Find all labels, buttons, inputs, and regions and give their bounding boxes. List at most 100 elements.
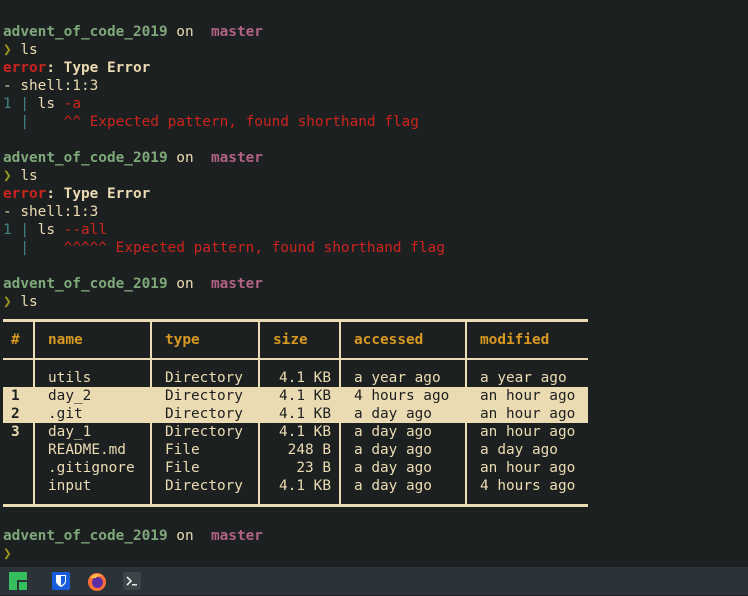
error-title: : Type Error (46, 60, 151, 76)
prompt-branch: master (210, 24, 263, 40)
error-title: : Type Error (46, 186, 151, 202)
error-message: Expected pattern, found shorthand flag (89, 114, 419, 130)
cell-accessed: a day ago (354, 478, 432, 494)
error-code-line: 1 | ls --all (3, 222, 107, 238)
prompt-chevron-icon: ❯ (3, 42, 12, 58)
command-text: ls (20, 294, 38, 310)
cell-name: day_2 (48, 388, 92, 404)
cell-name: input (48, 478, 92, 494)
manjaro-icon[interactable] (9, 572, 27, 590)
cell-accessed: 4 hours ago (354, 388, 450, 404)
table-row: .gitignore File 23 B a day ago an hour ago (3, 459, 588, 477)
command-line: ❯ ls (3, 293, 748, 311)
cell-type: File (165, 442, 200, 458)
cell-name: .gitignore (48, 460, 135, 476)
prompt-branch: master (210, 150, 263, 166)
cell-modified: an hour ago (480, 460, 576, 476)
command-line: ❯ ls (3, 41, 748, 59)
cell-name: .git (48, 406, 83, 422)
cell-name: utils (48, 370, 92, 386)
error-location-text: - shell:1:3 (3, 78, 99, 94)
error-code-line: 1 | ls -a (3, 96, 81, 112)
command-text: ls (20, 42, 38, 58)
cell-accessed: a day ago (354, 460, 432, 476)
cell-modified: an hour ago (480, 388, 576, 404)
cell-idx: 2 (11, 406, 20, 422)
error-caret-line: | ^^^^^ Expected pattern, found shorthan… (3, 240, 445, 256)
table-header: # name type size accessed modified (3, 322, 588, 358)
table-row: README.md File 248 B a day ago a day ago (3, 441, 588, 459)
cell-name: day_1 (48, 424, 92, 440)
prompt-dir: advent_of_code_2019 (3, 276, 168, 292)
prompt-line: advent_of_code_2019 on master (3, 23, 748, 41)
cell-size: 4.1 KB (279, 478, 331, 494)
column-divider (150, 322, 152, 504)
cell-size: 4.1 KB (279, 406, 331, 422)
header-type: type (165, 332, 200, 348)
error-carets: ^^^^^ (63, 240, 107, 256)
prompt-dir: advent_of_code_2019 (3, 24, 168, 40)
cell-modified: a year ago (480, 370, 567, 386)
command-line[interactable]: ❯ (3, 545, 263, 563)
cell-type: Directory (165, 388, 243, 404)
line-number: 1 (3, 222, 12, 238)
column-divider (465, 322, 467, 504)
cell-type: Directory (165, 424, 243, 440)
cell-accessed: a day ago (354, 442, 432, 458)
code-command: ls (37, 222, 64, 238)
prompt-chevron-icon: ❯ (3, 546, 12, 562)
cell-type: Directory (165, 478, 243, 494)
column-divider (33, 322, 35, 504)
prompt-branch: master (210, 276, 263, 292)
cell-accessed: a day ago (354, 406, 432, 422)
prompt-chevron-icon: ❯ (3, 168, 12, 184)
cell-idx: 3 (11, 424, 20, 440)
command-text: ls (20, 168, 38, 184)
error-location: - shell:1:3 (3, 203, 748, 221)
error-caret-line: | ^^ Expected pattern, found shorthand f… (3, 114, 419, 130)
cell-accessed: a year ago (354, 370, 441, 386)
cell-type: Directory (165, 406, 243, 422)
cell-size: 4.1 KB (279, 424, 331, 440)
error-location: - shell:1:3 (3, 77, 748, 95)
table-row: 3 day_1 Directory 4.1 KB a day ago an hour ag… (3, 423, 588, 441)
error-carets: ^^ (63, 114, 81, 130)
cell-idx: 1 (11, 388, 20, 404)
error-header: error: Type Error (3, 185, 748, 203)
error-location-text: - shell:1:3 (3, 204, 99, 220)
prompt-on: on (176, 150, 194, 166)
error-label: error (3, 60, 47, 76)
table-row: input Directory 4.1 KB a day ago 4 hours ago (3, 477, 588, 495)
prompt-line: advent_of_code_2019 on master (3, 527, 263, 545)
prompt-on: on (176, 24, 194, 40)
header-name: name (48, 332, 83, 348)
ls-table: # name type size accessed modified utils… (3, 319, 588, 507)
header-idx: # (11, 332, 20, 348)
code-flag: --all (63, 222, 107, 238)
cell-modified: a day ago (480, 442, 558, 458)
header-modified: modified (480, 332, 550, 348)
prompt-branch: master (210, 528, 263, 544)
prompt-on: on (176, 276, 194, 292)
cell-type: File (165, 460, 200, 476)
prompt-dir: advent_of_code_2019 (3, 528, 168, 544)
code-command: ls (37, 96, 64, 112)
table-bottom-border (3, 504, 588, 507)
cell-size: 23 B (296, 460, 331, 476)
taskbar (0, 567, 748, 595)
cell-size: 248 B (287, 442, 331, 458)
table-rows: utils Directory 4.1 KB a year ago a year ago… (3, 369, 588, 495)
prompt-on: on (176, 528, 194, 544)
command-line: ❯ ls (3, 167, 748, 185)
final-prompt[interactable]: advent_of_code_2019 on master ❯ (3, 527, 263, 563)
prompt-chevron-icon: ❯ (3, 294, 12, 310)
cell-size: 4.1 KB (279, 388, 331, 404)
terminal-icon[interactable] (123, 572, 141, 590)
error-message: Expected pattern, found shorthand flag (115, 240, 445, 256)
line-number: 1 (3, 96, 12, 112)
firefox-icon[interactable] (87, 572, 106, 591)
table-row: utils Directory 4.1 KB a year ago a year ago (3, 369, 588, 387)
column-divider (258, 322, 260, 504)
bitwarden-icon[interactable] (52, 572, 70, 590)
cell-name: README.md (48, 442, 126, 458)
